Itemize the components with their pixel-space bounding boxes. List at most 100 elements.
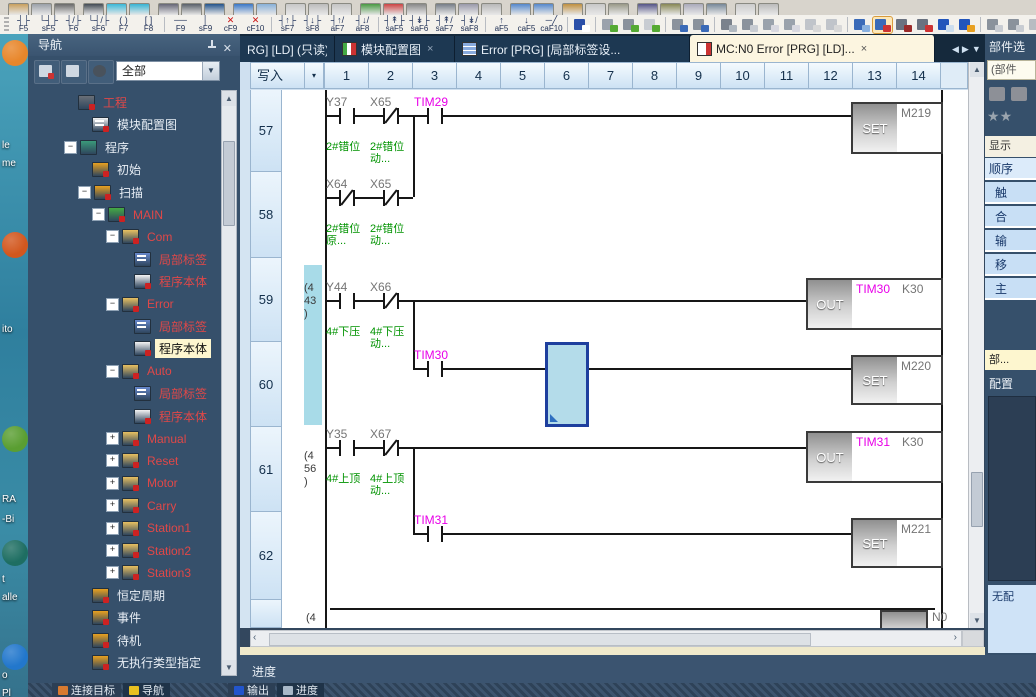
tree-item-label[interactable]: MAIN xyxy=(129,207,167,223)
contact-TIM31[interactable] xyxy=(427,526,429,542)
desktop-icon-4[interactable] xyxy=(2,540,28,566)
settings-gear-icon[interactable] xyxy=(88,60,114,84)
contact-Y35[interactable] xyxy=(339,440,341,456)
collapse-expander-icon[interactable]: − xyxy=(106,365,119,378)
element-category-4[interactable]: 移 xyxy=(985,254,1036,276)
toolbar-icon[interactable] xyxy=(129,3,150,15)
instruction-SET-M220[interactable]: SETM220 xyxy=(851,355,943,405)
instruction-SET-M221[interactable]: SETM221 xyxy=(851,518,943,568)
tree-item-程序本体[interactable]: 程序本体 xyxy=(120,271,211,292)
toolbar-icon[interactable] xyxy=(637,3,658,15)
ladder-symbol-button-cF10[interactable]: ✕cF10 xyxy=(243,16,268,34)
document-tab[interactable]: 模块配置图× xyxy=(335,36,455,62)
find-device-icon[interactable] xyxy=(761,17,780,33)
toolbar-icon[interactable] xyxy=(331,3,352,15)
scroll-right-icon[interactable]: › xyxy=(954,632,957,643)
window-close-icon[interactable] xyxy=(1006,17,1025,33)
ladder-symbol-button-saF7[interactable]: ┤↟/saF7 xyxy=(432,16,457,34)
tree-item-恒定周期[interactable]: 恒定周期 xyxy=(78,585,169,606)
toolbar-icon[interactable] xyxy=(562,3,583,15)
ladder-symbol-button-F9[interactable]: ──F9 xyxy=(168,16,193,34)
tree-item-label[interactable]: 局部标签 xyxy=(155,384,211,403)
ladder-mode-dropdown-icon[interactable]: ▾ xyxy=(304,62,324,89)
device-search-icon[interactable] xyxy=(936,17,955,33)
tree-item-label[interactable]: Reset xyxy=(143,453,182,469)
watch-edit-icon[interactable] xyxy=(915,17,934,33)
tree-item-label[interactable]: 程序本体 xyxy=(155,339,211,358)
tree-item-Error[interactable]: −Error xyxy=(106,294,178,315)
scroll-up-icon[interactable]: ▲ xyxy=(222,91,236,106)
tree-item-事件[interactable]: 事件 xyxy=(78,607,145,628)
toolbar-icon[interactable] xyxy=(158,3,179,15)
ladder-editor-canvas[interactable]: 575859606162Y372#错位X652#错位动...TIM29X642#… xyxy=(240,90,968,628)
close-tab-icon[interactable]: × xyxy=(861,43,867,55)
ladder-symbol-button-cF9[interactable]: ✕cF9 xyxy=(218,16,243,34)
tree-item-Station3[interactable]: +Station3 xyxy=(106,562,195,583)
toolbar-icon[interactable] xyxy=(106,3,127,15)
tree-item-Auto[interactable]: −Auto xyxy=(106,361,176,382)
device-tree-edit-icon[interactable] xyxy=(873,17,892,33)
contact-TIM29[interactable] xyxy=(427,108,429,124)
tree-item-程序本体[interactable]: 程序本体 xyxy=(120,338,211,359)
tree-item-工程[interactable]: 工程 xyxy=(64,92,131,113)
tree-item-label[interactable]: Com xyxy=(143,229,176,245)
tree-item-label[interactable]: 模块配置图 xyxy=(113,115,181,134)
expand-expander-icon[interactable]: + xyxy=(106,544,119,557)
window-new-icon[interactable] xyxy=(985,17,1004,33)
ladder-symbol-button-saF5[interactable]: ┤↟├saF5 xyxy=(382,16,407,34)
tree-filter-dropdown[interactable]: 全部 ▼ xyxy=(116,61,220,81)
tab-scroll-icon[interactable]: ◀ xyxy=(952,44,959,55)
tree-item-label[interactable]: 程序本体 xyxy=(155,407,211,426)
ladder-symbol-button-saF8[interactable]: ┤↡/saF8 xyxy=(457,16,482,34)
tab-element-selection[interactable]: 部... xyxy=(985,350,1036,370)
toolbar-icon[interactable] xyxy=(735,3,756,15)
copy-program-icon[interactable] xyxy=(719,17,738,33)
tab-scroll-icon[interactable]: ▶ xyxy=(962,44,969,55)
toolbar-icon[interactable] xyxy=(481,3,502,15)
ladder-symbol-button-F6[interactable]: ┤/├F6 xyxy=(61,16,86,34)
display-target-header[interactable]: 显示 xyxy=(985,136,1036,157)
tree-item-label[interactable]: Carry xyxy=(143,498,180,514)
ladder-symbol-button-F5[interactable]: ┤├F5 xyxy=(11,16,36,34)
toolbar-icon[interactable] xyxy=(8,3,29,15)
collapse-expander-icon[interactable]: − xyxy=(106,230,119,243)
document-tab[interactable]: Error [PRG] [局部标签设... xyxy=(455,36,690,62)
tree-item-label[interactable]: 恒定周期 xyxy=(113,586,169,605)
tree-item-Motor[interactable]: +Motor xyxy=(106,473,182,494)
collapse-expander-icon[interactable]: − xyxy=(106,298,119,311)
ladder-vertical-scrollbar[interactable]: ▲ ▼ xyxy=(968,62,984,628)
statement-edit-icon[interactable] xyxy=(670,17,689,33)
tree-item-label[interactable]: 初始 xyxy=(113,160,145,179)
find-instruction-icon[interactable] xyxy=(782,17,801,33)
ladder-symbol-button-aF7[interactable]: ┤↑/aF7 xyxy=(325,16,350,34)
tree-item-label[interactable]: Station2 xyxy=(143,543,195,559)
toolbar-icon[interactable] xyxy=(31,3,52,15)
tree-item-label[interactable]: 事件 xyxy=(113,608,145,627)
desktop-icon-2[interactable] xyxy=(2,232,28,258)
outline-icon[interactable] xyxy=(1027,17,1036,33)
instruction-SET-M219[interactable]: SETM219 xyxy=(851,102,943,154)
rung-number-cell[interactable]: 57 xyxy=(250,90,282,172)
instruction-OUT-TIM30[interactable]: OUTTIM30K30 xyxy=(806,278,943,330)
rung-number-cell[interactable] xyxy=(250,599,282,628)
contact-TIM30[interactable] xyxy=(441,361,443,377)
toolbar-icon[interactable] xyxy=(608,3,629,15)
toolbar-icon[interactable] xyxy=(181,3,202,15)
contact-X65[interactable] xyxy=(397,190,399,206)
toolbar-icon[interactable] xyxy=(458,3,479,15)
expand-expander-icon[interactable]: + xyxy=(106,454,119,467)
contact-X66[interactable] xyxy=(397,293,399,309)
toolbar-icon[interactable] xyxy=(533,3,554,15)
toolbar-grip[interactable] xyxy=(4,17,9,32)
element-search-input[interactable]: (部件 xyxy=(987,60,1036,80)
ladder-symbol-button-sF8[interactable]: ┤↓├sF8 xyxy=(300,16,325,34)
tree-item-程序[interactable]: −程序 xyxy=(64,137,133,158)
collapse-expander-icon[interactable]: − xyxy=(92,208,105,221)
document-tab[interactable]: RG] [LD] (只读) ... xyxy=(240,36,335,62)
sort-tree-icon[interactable] xyxy=(61,60,87,84)
st-editor-icon[interactable] xyxy=(572,17,591,33)
tree-item-Com[interactable]: − Com xyxy=(106,226,176,247)
element-category-0[interactable]: 顺序 xyxy=(985,158,1036,180)
tree-item-Station1[interactable]: +Station1 xyxy=(106,518,195,539)
chevron-down-icon[interactable]: ▼ xyxy=(202,62,219,80)
